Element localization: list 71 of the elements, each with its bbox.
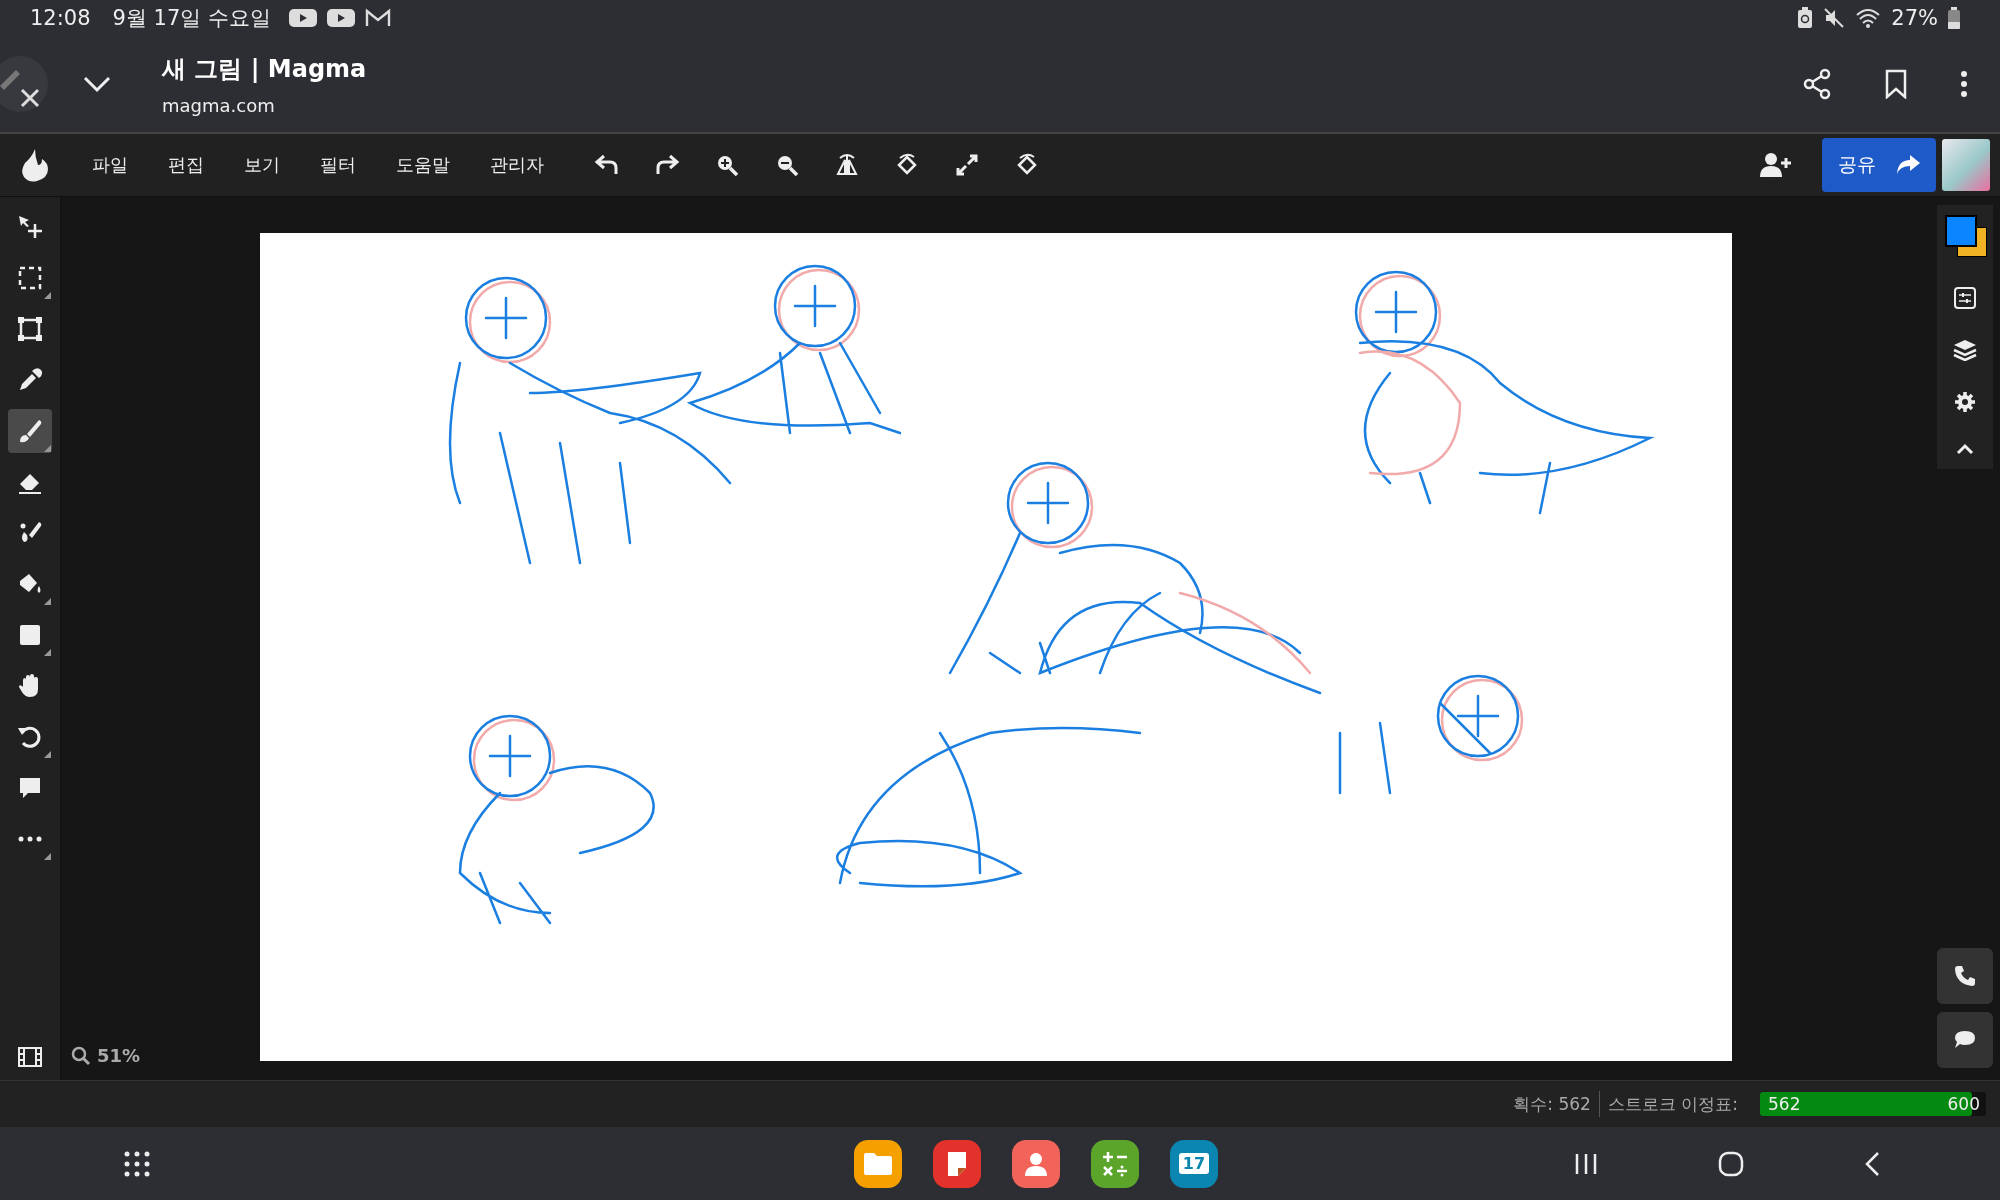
battery-icon bbox=[1948, 7, 1960, 29]
video-app-icon bbox=[326, 8, 355, 28]
battery-percent: 27% bbox=[1891, 6, 1938, 30]
chevron-down-icon[interactable] bbox=[82, 75, 112, 93]
back-icon[interactable] bbox=[1864, 1150, 1880, 1177]
calendar-app-icon[interactable]: 17 bbox=[1170, 1139, 1218, 1188]
add-user-icon[interactable] bbox=[1760, 152, 1792, 178]
mute-icon bbox=[1823, 7, 1846, 29]
date: 9월 17일 수요일 bbox=[112, 5, 271, 32]
folder-app-icon[interactable] bbox=[854, 1139, 902, 1188]
contacts-app-icon[interactable] bbox=[1012, 1139, 1060, 1188]
menu-item[interactable]: 파일 bbox=[72, 145, 148, 185]
submenu-corner-icon bbox=[44, 853, 51, 860]
more-icon bbox=[17, 836, 43, 842]
layers-icon[interactable] bbox=[1953, 339, 1977, 361]
flip-icon[interactable] bbox=[834, 152, 860, 178]
app-grid-icon[interactable] bbox=[124, 1150, 150, 1177]
share-button[interactable]: 공유 bbox=[1822, 138, 1936, 192]
zoom-level: 51% bbox=[97, 1045, 141, 1066]
close-tab-button[interactable] bbox=[0, 56, 48, 112]
brush-icon bbox=[17, 418, 43, 444]
search-icon bbox=[71, 1045, 91, 1066]
call-button[interactable] bbox=[1937, 948, 1993, 1004]
transform-tool-icon bbox=[17, 316, 43, 342]
submenu-corner-icon bbox=[44, 751, 51, 758]
clock: 12:08 bbox=[30, 6, 91, 30]
wifi-icon bbox=[1855, 7, 1882, 29]
menu-item[interactable]: 편집 bbox=[148, 145, 224, 185]
flame-logo-icon[interactable] bbox=[20, 147, 50, 183]
page-url: magma.com bbox=[162, 94, 276, 116]
calendar-day: 17 bbox=[1178, 1153, 1210, 1174]
adjustments-icon[interactable] bbox=[1954, 287, 1976, 309]
submenu-corner-icon bbox=[44, 292, 51, 299]
chevron-up-icon[interactable] bbox=[1956, 443, 1974, 455]
menu-item[interactable]: 보기 bbox=[224, 145, 300, 185]
bookmark-icon[interactable] bbox=[1884, 69, 1908, 99]
selection-tool-icon bbox=[17, 265, 43, 291]
phone-icon bbox=[1953, 964, 1977, 988]
home-icon[interactable] bbox=[1718, 1150, 1744, 1177]
recent-apps-icon[interactable] bbox=[1574, 1151, 1598, 1176]
menu-item[interactable]: 도움말 bbox=[376, 145, 470, 185]
film-strip-icon[interactable] bbox=[17, 1046, 43, 1068]
undo-arrow-icon bbox=[17, 724, 43, 750]
stroke-milestone-label: 스트로크 이정표: bbox=[1607, 1092, 1738, 1116]
calculator-app-icon[interactable] bbox=[1091, 1139, 1139, 1188]
chat-button[interactable] bbox=[1937, 1012, 1993, 1068]
move-tool-icon bbox=[17, 214, 43, 240]
color-swatch[interactable] bbox=[1943, 215, 1987, 257]
page-title: 새 그림 | Magma bbox=[162, 53, 367, 85]
notes-app-icon[interactable] bbox=[933, 1139, 981, 1188]
fullscreen-icon[interactable] bbox=[954, 152, 980, 178]
share-icon[interactable] bbox=[1802, 68, 1832, 100]
stroke-count: 획수: 562 bbox=[1513, 1092, 1591, 1116]
submenu-corner-icon bbox=[44, 445, 51, 452]
menu-item[interactable]: 필터 bbox=[300, 145, 376, 185]
speech-bubble-icon bbox=[17, 775, 43, 801]
chat-bubble-icon bbox=[1953, 1029, 1977, 1051]
submenu-corner-icon bbox=[44, 649, 51, 656]
mail-icon bbox=[364, 8, 391, 28]
meter-value: 562 bbox=[1768, 1094, 1801, 1114]
meter-max: 600 bbox=[1947, 1094, 1980, 1114]
video-app-icon bbox=[288, 8, 317, 28]
square-icon bbox=[17, 622, 43, 648]
share-arrow-icon bbox=[1896, 155, 1920, 175]
more-vertical-icon[interactable] bbox=[1960, 70, 1968, 98]
tool-button[interactable] bbox=[8, 409, 52, 453]
submenu-corner-icon bbox=[44, 598, 51, 605]
menu-item[interactable]: 관리자 bbox=[470, 145, 564, 185]
settings-icon[interactable] bbox=[1954, 391, 1976, 413]
battery-saver-icon bbox=[1797, 7, 1814, 29]
eyedropper-icon bbox=[17, 367, 43, 393]
